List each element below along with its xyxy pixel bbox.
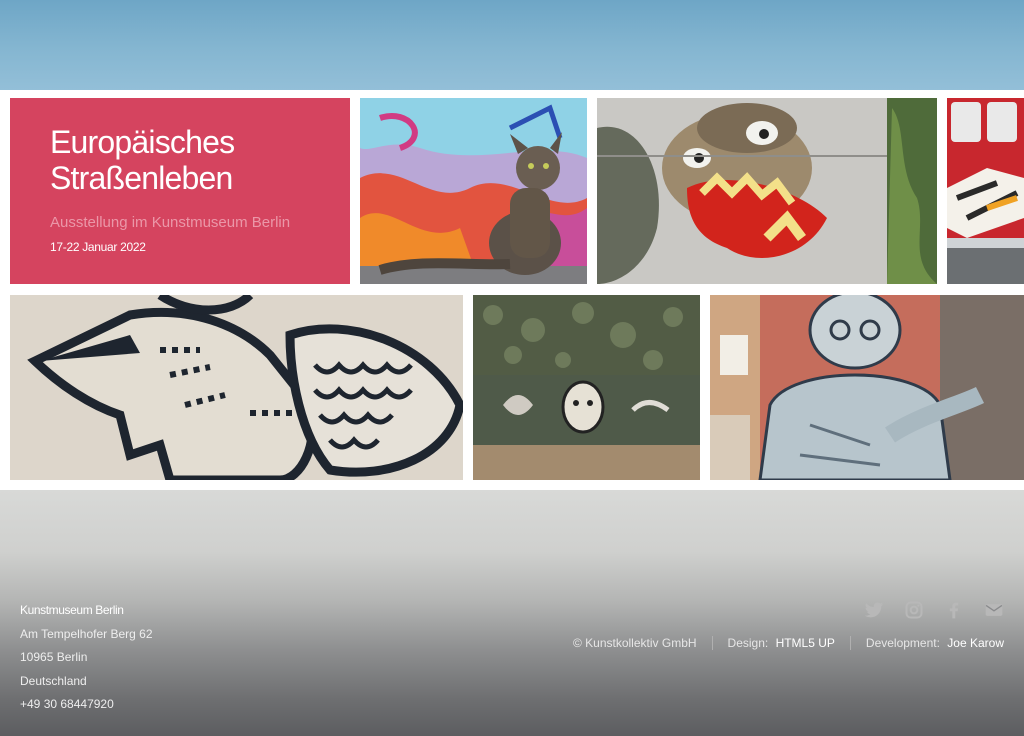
development-credit: Development: Joe Karow <box>866 636 1004 650</box>
development-label: Development: <box>865 636 940 650</box>
exhibition-title-card[interactable]: Europäisches Straßenleben Ausstellung im… <box>10 98 350 284</box>
footer-credits: © Kunstkollektiv GmbH Design: HTML5 UP D… <box>573 636 1004 650</box>
gallery-image-cat[interactable] <box>360 98 587 284</box>
address-country: Deutschland <box>20 673 87 688</box>
phone-number[interactable]: +49 30 68447920 <box>20 696 153 720</box>
development-link[interactable]: Joe Karow <box>947 636 1004 650</box>
envelope-icon[interactable] <box>984 600 1004 620</box>
social-links <box>864 600 1004 620</box>
twitter-icon[interactable] <box>864 600 884 620</box>
sky-banner <box>0 0 1024 90</box>
page-title: Europäisches Straßenleben <box>50 124 340 196</box>
exhibition-subtitle: Ausstellung im Kunstmuseum Berlin <box>50 214 291 231</box>
title-line-1: Europäisches <box>50 124 235 160</box>
gallery-image-old-man-mural[interactable] <box>710 295 1024 480</box>
gallery-image-train[interactable] <box>947 98 1024 284</box>
divider <box>711 636 713 650</box>
gallery-image-bird-mural[interactable] <box>10 295 463 480</box>
copyright-text: © Kunstkollektiv GmbH <box>572 636 697 650</box>
instagram-icon[interactable] <box>904 600 924 620</box>
design-link[interactable]: HTML5 UP <box>776 636 835 650</box>
museum-name: Kunstmuseum Berlin <box>20 603 124 617</box>
exhibition-date: 17-22 Januar 2022 <box>50 240 146 254</box>
title-line-2: Straßenleben <box>50 160 233 196</box>
address-street: Am Tempelhofer Berg 62 <box>20 626 153 641</box>
divider <box>849 636 851 650</box>
gallery: Europäisches Straßenleben Ausstellung im… <box>0 90 1024 490</box>
gallery-image-graffiti-face[interactable] <box>597 98 937 284</box>
address-city: 10965 Berlin <box>20 650 88 664</box>
design-credit: Design: HTML5 UP <box>728 636 835 650</box>
footer-address: Kunstmuseum Berlin Am Tempelhofer Berg 6… <box>20 602 153 720</box>
design-label: Design: <box>727 636 769 650</box>
facebook-icon[interactable] <box>944 600 964 620</box>
gallery-image-ivy-wall[interactable] <box>473 295 700 480</box>
